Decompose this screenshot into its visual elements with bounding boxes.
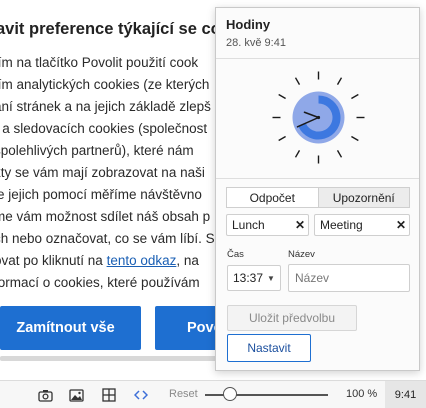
preset-chip-lunch[interactable]: Lunch ✕ [226, 214, 309, 236]
camera-icon[interactable] [36, 386, 54, 404]
zoom-slider[interactable] [205, 386, 328, 404]
time-field-label: Čas [227, 249, 244, 260]
clock-tick [336, 77, 343, 85]
time-select[interactable]: 13:37 ▼ [227, 265, 281, 291]
link-prefix: ovat po kliknutí na [0, 253, 107, 268]
zoom-slider-thumb[interactable] [223, 387, 237, 401]
preset-chip-meeting[interactable]: Meeting ✕ [314, 214, 410, 236]
save-preset-button[interactable]: Uložit předvolbu [227, 305, 357, 331]
clock-tick [278, 93, 286, 100]
clock-popup: Hodiny 28. kvě 9:41 Odpočet Upozornění L… [215, 7, 420, 371]
close-icon[interactable]: ✕ [292, 218, 308, 232]
tab-alarm[interactable]: Upozornění [317, 188, 409, 207]
clock-tick [351, 93, 359, 100]
divider [216, 58, 419, 59]
popup-datetime: 28. kvě 9:41 [226, 37, 286, 49]
zoom-level: 100 % [346, 388, 378, 400]
time-value: 13:37 [233, 271, 264, 285]
close-icon[interactable]: ✕ [393, 218, 409, 232]
mode-tabs: Odpočet Upozornění [226, 187, 410, 208]
cookie-settings-link[interactable]: tento odkaz [107, 253, 177, 268]
clock-tick [294, 77, 301, 85]
reject-all-button[interactable]: Zamítnout vše [0, 306, 141, 350]
set-button[interactable]: Nastavit [227, 334, 311, 362]
zoom-reset-button[interactable]: Reset [169, 388, 198, 400]
preset-label: Meeting [320, 218, 363, 232]
tab-countdown[interactable]: Odpočet [227, 188, 318, 207]
clock-button[interactable]: 9:41 [385, 381, 426, 408]
popup-title: Hodiny [226, 17, 271, 32]
clock-tick [351, 135, 359, 142]
clock-tick [278, 135, 286, 142]
divider [216, 178, 419, 179]
page-heading: avit preference týkající se coo [0, 20, 231, 38]
name-field-label: Název [288, 249, 315, 260]
name-input[interactable] [288, 264, 410, 292]
analog-clock [272, 71, 365, 164]
code-icon[interactable] [132, 386, 150, 404]
chevron-down-icon: ▼ [267, 273, 275, 283]
clock-tick [336, 150, 343, 158]
reject-all-label: Zamítnout vše [16, 320, 115, 336]
link-suffix: , na [176, 253, 199, 268]
image-icon[interactable] [67, 386, 85, 404]
preset-label: Lunch [232, 218, 265, 232]
grid-icon[interactable] [100, 386, 118, 404]
clock-tick [294, 150, 301, 158]
status-bar: Reset 100 % 9:41 [0, 380, 426, 408]
clock-center [316, 115, 321, 120]
